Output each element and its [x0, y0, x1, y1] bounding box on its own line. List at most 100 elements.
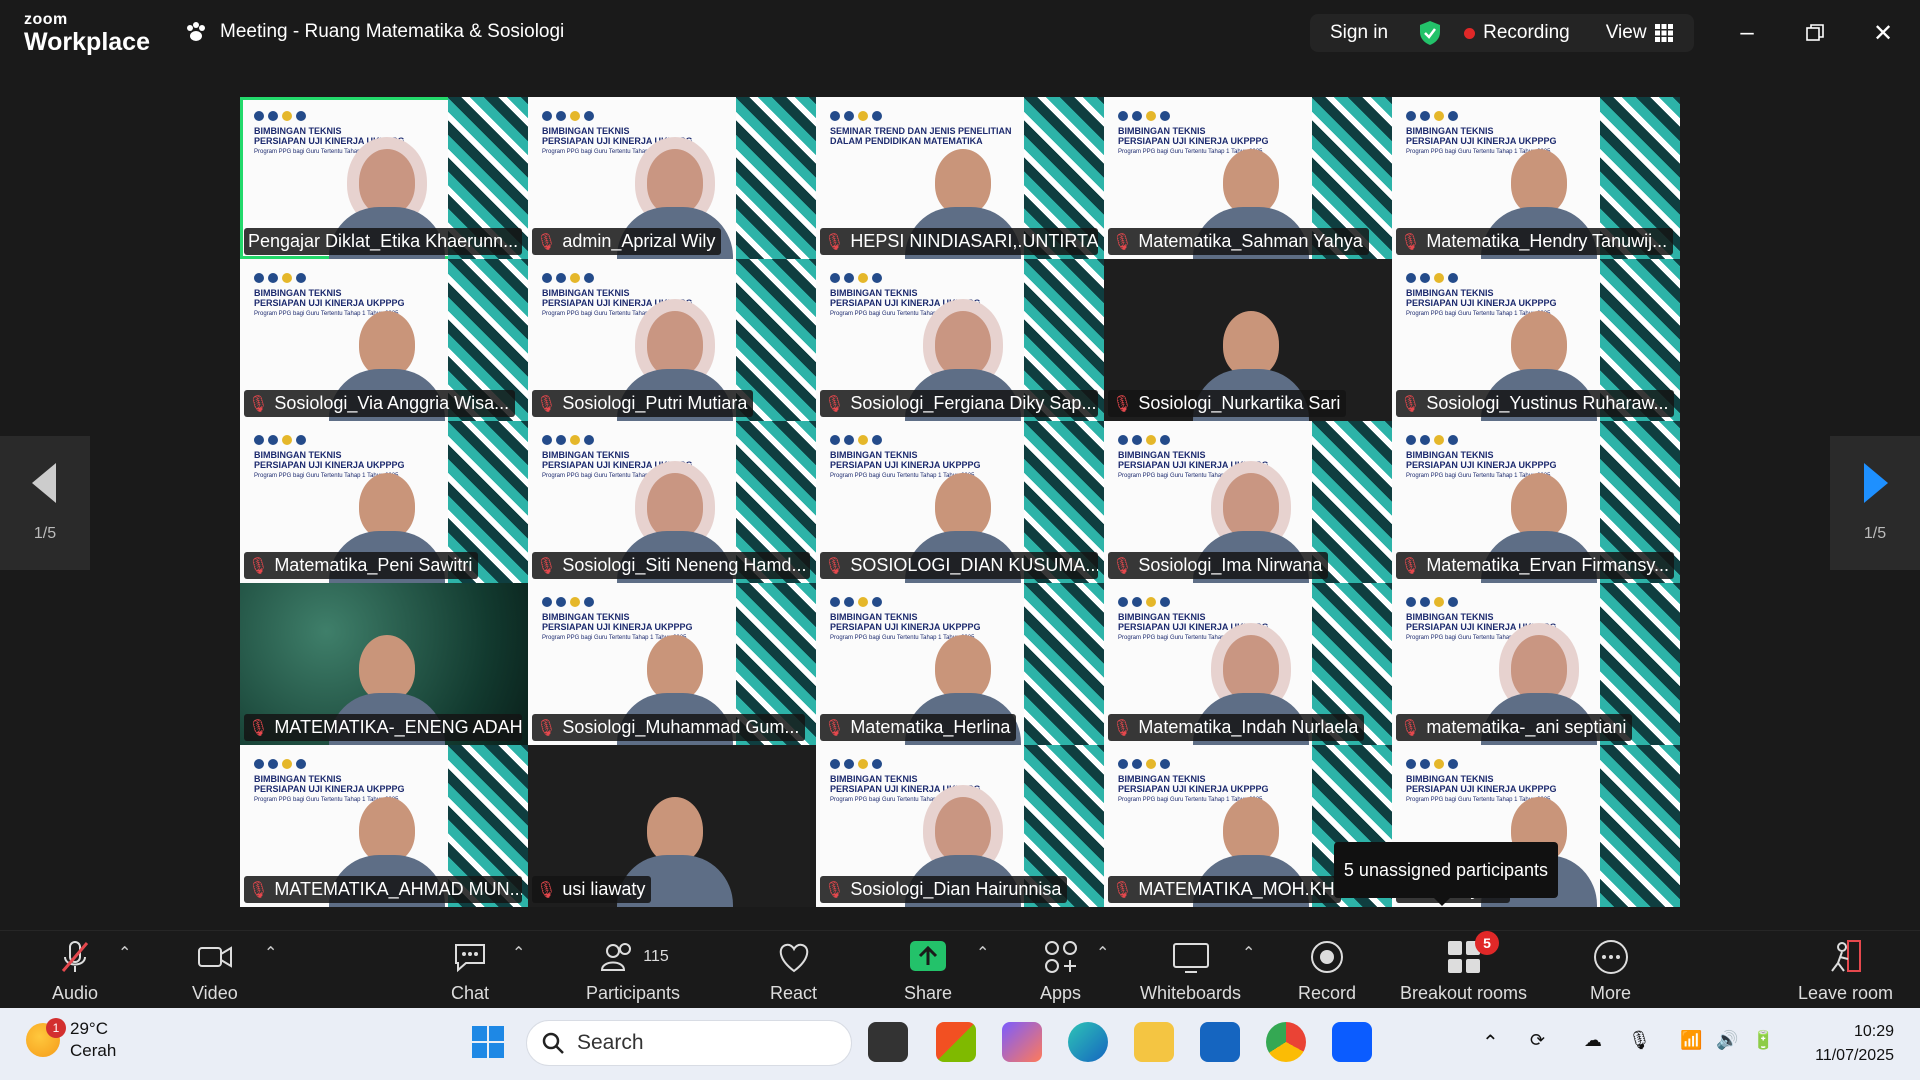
- participant-tile[interactable]: BIMBINGAN TEKNIS PERSIAPAN UJI KINERJA UK…: [1104, 583, 1392, 745]
- volume-icon[interactable]: 🔊: [1716, 1030, 1738, 1051]
- participant-head: [647, 311, 703, 377]
- banner-logos: [542, 273, 742, 283]
- battery-icon[interactable]: 🔋: [1752, 1030, 1774, 1051]
- participant-tile[interactable]: 🎙 MATEMATIKA-_ENENG ADAH: [240, 583, 528, 745]
- participant-tile[interactable]: BIMBINGAN TEKNIS PERSIAPAN UJI KINERJA UK…: [1104, 421, 1392, 583]
- chat-caret-icon[interactable]: ⌃: [512, 943, 525, 963]
- windows-start-icon[interactable]: [468, 1022, 508, 1062]
- muted-mic-icon: 🎙: [248, 881, 269, 899]
- participant-tile[interactable]: BIMBINGAN TEKNIS PERSIAPAN UJI KINERJA UK…: [816, 259, 1104, 421]
- audio-caret-icon[interactable]: ⌃: [118, 943, 131, 963]
- participant-tile[interactable]: BIMBINGAN TEKNIS PERSIAPAN UJI KINERJA UK…: [1392, 259, 1680, 421]
- participant-tile[interactable]: BIMBINGAN TEKNIS PERSIAPAN UJI KINERJA UK…: [816, 421, 1104, 583]
- task-view-icon[interactable]: [868, 1022, 908, 1062]
- app-icon[interactable]: [1200, 1022, 1240, 1062]
- next-page-button[interactable]: 1/5: [1830, 436, 1920, 570]
- participant-tile[interactable]: BIMBINGAN TEKNIS PERSIAPAN UJI KINERJA UK…: [816, 745, 1104, 907]
- participant-tile[interactable]: BIMBINGAN TEKNIS PERSIAPAN UJI KINERJA UK…: [528, 421, 816, 583]
- tray-chevron-icon[interactable]: ⌃: [1482, 1030, 1499, 1055]
- sync-icon[interactable]: ⟳: [1530, 1030, 1545, 1051]
- share-caret-icon[interactable]: ⌃: [976, 943, 989, 963]
- background-pattern: [1024, 583, 1104, 745]
- muted-mic-icon: 🎙: [536, 881, 557, 899]
- banner-logos: [1406, 435, 1606, 445]
- copilot-icon[interactable]: [1002, 1022, 1042, 1062]
- muted-mic-icon: 🎙: [536, 233, 557, 251]
- participant-name: MATEMATIKA-_ENENG ADAH: [274, 717, 522, 737]
- recording-label[interactable]: Recording: [1483, 22, 1570, 44]
- breakout-rooms-button[interactable]: Breakout rooms: [1400, 937, 1527, 1004]
- more-button[interactable]: More: [1590, 937, 1631, 1004]
- muted-mic-icon: 🎙: [1112, 719, 1133, 737]
- leave-room-button[interactable]: Leave room: [1798, 937, 1893, 1004]
- participant-tile[interactable]: BIMBINGAN TEKNIS PERSIAPAN UJI KINERJA UK…: [1392, 421, 1680, 583]
- participant-tile[interactable]: 🎙 Sosiologi_Nurkartika Sari: [1104, 259, 1392, 421]
- muted-mic-icon: 🎙: [824, 881, 845, 899]
- participant-tile[interactable]: BIMBINGAN TEKNIS PERSIAPAN UJI KINERJA UK…: [240, 745, 528, 907]
- participant-head: [359, 635, 415, 701]
- background-pattern: [1600, 745, 1680, 907]
- page-indicator-right: 1/5: [1863, 525, 1887, 542]
- breakout-badge: 5: [1475, 931, 1499, 955]
- participants-button[interactable]: 115 Participants: [586, 937, 680, 1004]
- participant-name: Sosiologi_Dian Hairunnisa: [850, 879, 1062, 899]
- shield-icon[interactable]: [1418, 20, 1442, 46]
- mic-tray-icon[interactable]: 🎙: [1628, 1030, 1651, 1051]
- prev-page-button[interactable]: 1/5: [0, 436, 90, 570]
- sign-in-button[interactable]: Sign in: [1330, 22, 1388, 44]
- restore-icon[interactable]: [1800, 18, 1830, 48]
- store-icon[interactable]: [936, 1022, 976, 1062]
- participant-name-tag: 🎙 Matematika_Sahman Yahya: [1108, 228, 1369, 255]
- weather-widget[interactable]: 29°C Cerah: [26, 1018, 116, 1062]
- participant-head: [935, 635, 991, 701]
- share-button[interactable]: Share: [904, 937, 952, 1004]
- participant-tile[interactable]: SEMINAR TREND DAN JENIS PENELITIAN DALAM…: [816, 97, 1104, 259]
- muted-mic-icon: 🎙: [248, 557, 269, 575]
- chat-label: Chat: [450, 983, 490, 1003]
- zoom-taskbar-icon[interactable]: [1332, 1022, 1372, 1062]
- breakout-rooms-label: Breakout rooms: [1400, 983, 1528, 1003]
- react-button[interactable]: React: [770, 937, 817, 1004]
- participant-name: Sosiologi_Putri Mutiara: [562, 393, 748, 413]
- whiteboards-button[interactable]: Whiteboards: [1140, 937, 1241, 1004]
- participant-tile[interactable]: BIMBINGAN TEKNIS PERSIAPAN UJI KINERJA UK…: [240, 421, 528, 583]
- breakout-tooltip: 5 unassigned participants: [1334, 842, 1558, 906]
- whiteboards-caret-icon[interactable]: ⌃: [1242, 943, 1255, 963]
- apps-button[interactable]: Apps: [1040, 937, 1081, 1004]
- taskbar-search[interactable]: Search: [526, 1020, 852, 1066]
- participant-name: MATEMATIKA_MOH.KH: [1138, 879, 1335, 899]
- video-caret-icon[interactable]: ⌃: [264, 943, 277, 963]
- participant-tile[interactable]: BIMBINGAN TEKNIS PERSIAPAN UJI KINERJA UK…: [1392, 97, 1680, 259]
- apps-caret-icon[interactable]: ⌃: [1096, 943, 1109, 963]
- chat-button[interactable]: Chat: [450, 937, 490, 1004]
- participant-name: SOSIOLOGI_DIAN KUSUMA...: [850, 555, 1098, 575]
- file-explorer-icon[interactable]: [1134, 1022, 1174, 1062]
- meeting-title: Meeting - Ruang Matematika & Sosiologi: [184, 20, 564, 44]
- participant-tile[interactable]: BIMBINGAN TEKNIS PERSIAPAN UJI KINERJA UK…: [240, 97, 528, 259]
- participant-tile[interactable]: BIMBINGAN TEKNIS PERSIAPAN UJI KINERJA UK…: [816, 583, 1104, 745]
- wifi-icon[interactable]: 📶: [1680, 1030, 1702, 1051]
- minimize-icon[interactable]: –: [1732, 18, 1762, 48]
- participant-tile[interactable]: BIMBINGAN TEKNIS PERSIAPAN UJI KINERJA UK…: [1392, 583, 1680, 745]
- chrome-icon[interactable]: [1266, 1022, 1306, 1062]
- participant-tile[interactable]: 🎙 usi liawaty: [528, 745, 816, 907]
- whiteboard-icon: [1172, 943, 1209, 973]
- video-button[interactable]: Video: [192, 937, 238, 1004]
- muted-mic-icon: 🎙: [1112, 395, 1133, 413]
- banner-logos: [830, 435, 1030, 445]
- participant-tile[interactable]: BIMBINGAN TEKNIS PERSIAPAN UJI KINERJA UK…: [240, 259, 528, 421]
- participant-name-tag: Pengajar Diklat_Etika Khaerunn...: [244, 228, 522, 255]
- clock[interactable]: 10:29 11/07/2025: [1815, 1020, 1894, 1068]
- participant-tile[interactable]: BIMBINGAN TEKNIS PERSIAPAN UJI KINERJA UK…: [1104, 97, 1392, 259]
- cloud-icon[interactable]: ☁: [1584, 1030, 1602, 1051]
- record-button[interactable]: Record: [1298, 937, 1356, 1004]
- participant-head: [1223, 473, 1279, 539]
- participant-tile[interactable]: BIMBINGAN TEKNIS PERSIAPAN UJI KINERJA UK…: [528, 583, 816, 745]
- audio-button[interactable]: Audio: [52, 937, 98, 1004]
- participant-tile[interactable]: BIMBINGAN TEKNIS PERSIAPAN UJI KINERJA UK…: [528, 259, 816, 421]
- view-button[interactable]: View: [1606, 22, 1673, 44]
- participant-tile[interactable]: BIMBINGAN TEKNIS PERSIAPAN UJI KINERJA UK…: [528, 97, 816, 259]
- edge-icon[interactable]: [1068, 1022, 1108, 1062]
- participant-name-tag: 🎙 Sosiologi_Yustinus Ruharaw...: [1396, 390, 1674, 417]
- close-icon[interactable]: ✕: [1868, 18, 1898, 48]
